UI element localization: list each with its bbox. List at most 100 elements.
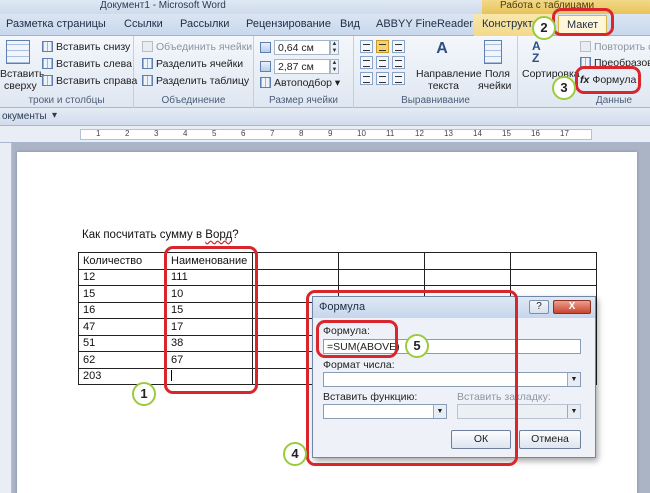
insert-left-icon <box>42 58 53 69</box>
table-cell[interactable]: Количество <box>78 252 167 270</box>
ruler-number: 17 <box>560 129 569 138</box>
table-cell[interactable] <box>424 252 511 270</box>
table-cell[interactable]: 203 <box>78 367 167 385</box>
ruler-number: 15 <box>502 129 511 138</box>
column-width-input[interactable]: 2,87 см <box>274 59 330 74</box>
align-middle-center-icon[interactable] <box>376 56 389 69</box>
group-merge: Объединить ячейки Разделить ячейки Разде… <box>134 36 254 108</box>
group-label-merge: Объединение <box>161 95 226 106</box>
formula-dialog: Формула ? X Формула: =SUM(ABOVE) Формат … <box>312 296 596 458</box>
insert-left-button[interactable]: Вставить слева <box>42 58 132 70</box>
text-direction-button[interactable]: Направление <box>416 68 482 80</box>
align-top-left-icon[interactable] <box>360 40 373 53</box>
table-cell[interactable]: 12 <box>78 268 167 286</box>
table-cell[interactable]: 15 <box>78 285 167 303</box>
table-cell[interactable]: 17 <box>166 318 253 336</box>
ribbon: Вставить сверху Вставить снизу Вставить … <box>0 36 650 108</box>
insert-above-icon <box>6 40 30 64</box>
table-cell[interactable]: 67 <box>166 351 253 369</box>
formula-input[interactable]: =SUM(ABOVE) <box>323 339 581 354</box>
table-cell[interactable] <box>338 252 425 270</box>
ok-button[interactable]: ОК <box>451 430 511 449</box>
align-bottom-left-icon[interactable] <box>360 72 373 85</box>
table-cell[interactable] <box>424 268 511 286</box>
align-middle-right-icon[interactable] <box>392 56 405 69</box>
tab-page-layout[interactable]: Разметка страницы <box>6 18 106 30</box>
annotation-badge-4: 4 <box>283 442 307 466</box>
cancel-button[interactable]: Отмена <box>519 430 581 449</box>
align-top-center-icon[interactable] <box>376 40 389 53</box>
ruler-number: 7 <box>270 129 275 138</box>
ruler-number: 9 <box>328 129 333 138</box>
row-height-spinner[interactable]: ▲ ▼ <box>330 40 339 55</box>
align-bottom-center-icon[interactable] <box>376 72 389 85</box>
table-cell[interactable]: 47 <box>78 318 167 336</box>
tab-view[interactable]: Вид <box>340 18 360 30</box>
vertical-ruler[interactable] <box>0 143 12 493</box>
paste-function-select[interactable]: ▼ <box>323 404 447 419</box>
table-cell[interactable] <box>166 367 253 385</box>
merge-cells-button[interactable]: Объединить ячейки <box>142 41 252 53</box>
column-width-spinner[interactable]: ▲ ▼ <box>330 59 339 74</box>
ruler-number: 10 <box>357 129 366 138</box>
table-cell[interactable]: 10 <box>166 285 253 303</box>
table-cell[interactable]: 38 <box>166 334 253 352</box>
chevron-down-icon[interactable]: ▼ <box>567 373 580 386</box>
dialog-close-button[interactable]: X <box>553 300 591 314</box>
align-top-right-icon[interactable] <box>392 40 405 53</box>
tab-layout[interactable]: Макет <box>558 15 608 37</box>
row-height-input[interactable]: 0,64 см <box>274 40 330 55</box>
table-cell[interactable] <box>510 252 597 270</box>
insert-below-icon <box>42 41 53 52</box>
horizontal-ruler[interactable]: 1 2 3 4 5 6 7 8 9 10 11 12 13 14 15 16 17 <box>0 126 650 143</box>
table-cell[interactable]: 51 <box>78 334 167 352</box>
text-cursor <box>171 370 172 382</box>
repeat-header-button[interactable]: Повторить с <box>580 41 650 53</box>
chevron-down-icon[interactable]: ▼ <box>433 405 446 418</box>
tab-abbyy[interactable]: ABBYY FineReader 12 <box>376 18 488 30</box>
group-label-alignment: Выравнивание <box>401 95 470 106</box>
number-format-select[interactable]: ▼ <box>323 372 581 387</box>
tab-review[interactable]: Рецензирование <box>246 18 331 30</box>
cell-margins-button[interactable]: Поля <box>485 68 510 80</box>
table-cell[interactable]: Наименование <box>166 252 253 270</box>
insert-above-label-line2: сверху <box>4 80 37 92</box>
paste-function-label: Вставить функцию: <box>323 391 418 403</box>
context-tab-header: Работа с таблицами <box>482 0 650 14</box>
table-cell[interactable] <box>252 252 339 270</box>
tab-references[interactable]: Ссылки <box>124 18 163 30</box>
split-cells-button[interactable]: Разделить ячейки <box>142 58 243 70</box>
ruler-number: 3 <box>154 129 159 138</box>
group-data: AZ Сортировка Повторить с Преобразов fx Ф… <box>518 36 650 108</box>
split-table-button[interactable]: Разделить таблицу <box>142 75 249 87</box>
tab-mailings[interactable]: Рассылки <box>180 18 229 30</box>
chevron-down-icon: ▾ <box>334 77 341 89</box>
insert-below-button[interactable]: Вставить снизу <box>42 41 130 53</box>
cell-margins-icon <box>484 40 502 64</box>
table-row: Количество Наименование <box>78 252 597 270</box>
insert-right-button[interactable]: Вставить справа <box>42 75 137 87</box>
table-cell[interactable]: 111 <box>166 268 253 286</box>
table-cell[interactable]: 15 <box>166 301 253 319</box>
ruler-number: 13 <box>444 129 453 138</box>
paste-bookmark-select[interactable]: ▼ <box>457 404 581 419</box>
formula-button[interactable]: fx Формула <box>580 74 636 86</box>
table-cell[interactable]: 16 <box>78 301 167 319</box>
autofit-button[interactable]: Автоподбор ▾ <box>260 77 340 89</box>
align-middle-left-icon[interactable] <box>360 56 373 69</box>
table-cell[interactable] <box>510 268 597 286</box>
dialog-help-button[interactable]: ? <box>529 300 549 314</box>
table-cell[interactable] <box>338 268 425 286</box>
chevron-down-icon[interactable]: ▾ <box>52 110 57 121</box>
table-cell[interactable] <box>252 268 339 286</box>
table-cell[interactable]: 62 <box>78 351 167 369</box>
insert-above-button[interactable]: Вставить <box>0 68 45 80</box>
align-bottom-right-icon[interactable] <box>392 72 405 85</box>
convert-to-text-button[interactable]: Преобразов <box>580 57 650 69</box>
chevron-down-icon[interactable]: ▼ <box>567 405 580 418</box>
document-question: Как посчитать сумму в Ворд? <box>82 229 239 241</box>
group-alignment: A Направление текста Поля ячейки Выравни… <box>354 36 518 108</box>
paste-bookmark-label: Вставить закладку: <box>457 391 551 403</box>
number-format-label: Формат числа: <box>323 359 395 371</box>
group-label-data: Данные <box>595 95 633 106</box>
